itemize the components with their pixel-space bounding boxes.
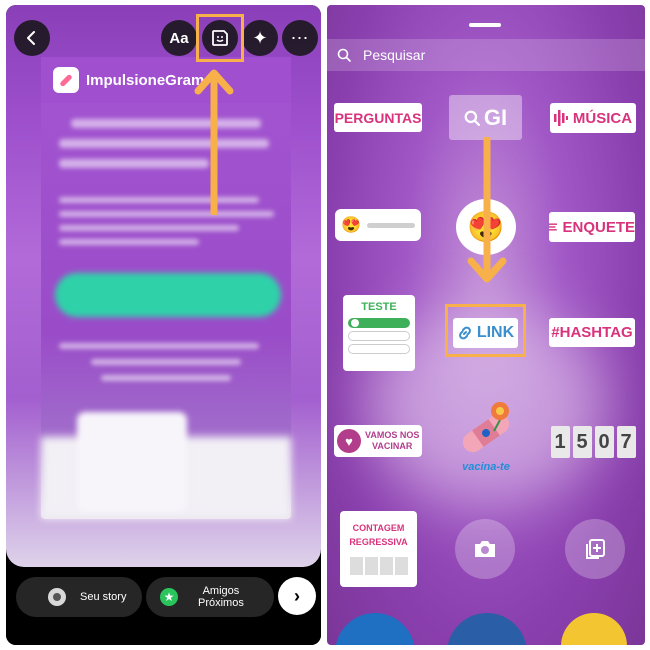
- quiz-title: TESTE: [361, 301, 397, 313]
- camera-icon: [475, 541, 495, 557]
- poll-lines-icon: [549, 223, 558, 231]
- music-label: MÚSICA: [572, 109, 633, 127]
- poll-label: ENQUETE: [562, 218, 635, 236]
- quiz-correct-option: [348, 318, 410, 328]
- partial-sticker[interactable]: [447, 613, 527, 645]
- search-icon: [464, 110, 480, 126]
- vaccinate-label-line1: VAMOS NOS: [365, 430, 420, 440]
- avatar-icon: [48, 588, 66, 606]
- clock-digit: 1: [550, 426, 570, 458]
- next-arrow-icon: ›: [294, 585, 300, 606]
- add-from-gallery-button[interactable]: [565, 519, 625, 579]
- vaccinate-label-line2: VACINAR: [372, 441, 413, 451]
- story-editor-panel: ImpulsioneGram Aa ✦ ⋯ Seu story ★ Amigos…: [6, 5, 321, 645]
- search-placeholder: Pesquisar: [363, 47, 426, 63]
- link-sticker[interactable]: LINK: [453, 318, 518, 348]
- clock-sticker[interactable]: 1 5 0 7: [548, 425, 638, 459]
- music-waveform-icon: [553, 110, 568, 126]
- countdown-sticker[interactable]: CONTAGEM REGRESSIVA: [340, 511, 417, 587]
- back-button[interactable]: [14, 20, 50, 56]
- blurred-text-line: [59, 159, 209, 168]
- emoji-slider-sticker[interactable]: 😍: [335, 209, 421, 241]
- brand-name: ImpulsioneGram: [86, 71, 205, 89]
- blurred-text-line: [91, 359, 241, 365]
- text-tool-button[interactable]: Aa: [161, 20, 197, 56]
- your-story-label: Seu story: [80, 591, 127, 603]
- preview-header: ImpulsioneGram: [41, 57, 291, 103]
- back-arrow-icon: [27, 31, 35, 45]
- impulsionegram-logo: [53, 67, 79, 93]
- shared-post-preview: ImpulsioneGram: [41, 57, 291, 519]
- music-sticker[interactable]: MÚSICA: [550, 103, 636, 133]
- blurred-text-line: [59, 225, 239, 231]
- lets-vaccinate-sticker[interactable]: ♥ VAMOS NOS VACINAR: [334, 425, 422, 457]
- blurred-text-line: [59, 139, 269, 148]
- partial-sticker[interactable]: [335, 613, 415, 645]
- close-friends-button[interactable]: ★ Amigos Próximos: [146, 577, 274, 617]
- highlight-box-sticker: [196, 14, 244, 62]
- hashtag-sticker[interactable]: #HASHTAG: [549, 318, 635, 347]
- blurred-image: [77, 412, 187, 512]
- blurred-text-line: [59, 343, 259, 349]
- slider-track: [366, 222, 415, 228]
- close-friends-label-line2: Próximos: [198, 597, 244, 609]
- next-button[interactable]: ›: [278, 577, 316, 615]
- sticker-search-field[interactable]: Pesquisar: [327, 39, 645, 71]
- blurred-text-line: [59, 211, 274, 217]
- quiz-sticker[interactable]: TESTE: [343, 295, 415, 371]
- sticker-tray-panel: Pesquisar PERGUNTAS GI MÚSICA 😍 😍 ENQUET…: [327, 5, 645, 645]
- clock-digit: 7: [616, 426, 636, 458]
- blurred-text-line: [59, 239, 199, 245]
- questions-sticker[interactable]: PERGUNTAS: [334, 103, 422, 132]
- drag-handle[interactable]: [469, 23, 501, 27]
- countdown-label-line1: CONTAGEM: [352, 523, 405, 533]
- your-story-button[interactable]: Seu story: [16, 577, 142, 617]
- add-photo-icon: [586, 539, 605, 559]
- poll-sticker[interactable]: ENQUETE: [549, 212, 635, 242]
- countdown-label-line2: REGRESSIVA: [349, 537, 408, 547]
- gif-label: GI: [483, 104, 508, 130]
- bandage-flower-icon: [462, 402, 510, 453]
- vacina-te-label: vacina-te: [462, 461, 510, 473]
- gif-sticker[interactable]: GI: [449, 95, 522, 140]
- clock-digit: 0: [594, 426, 614, 458]
- countdown-cells: [349, 557, 408, 575]
- blurred-cta-button: [55, 273, 281, 317]
- heart-icon: ♥: [337, 429, 361, 453]
- quiz-option: [348, 344, 410, 354]
- arrow-up-annotation: [194, 69, 234, 215]
- heart-eyes-emoji-icon: 😍: [341, 217, 361, 234]
- vacina-te-sticker[interactable]: vacina-te: [445, 395, 527, 477]
- clock-digit: 5: [572, 426, 592, 458]
- link-label: LINK: [476, 324, 515, 341]
- share-bar: Seu story ★ Amigos Próximos ›: [6, 567, 321, 645]
- effects-button[interactable]: ✦: [242, 20, 278, 56]
- blurred-text-line: [101, 375, 231, 381]
- more-options-button[interactable]: ⋯: [282, 20, 318, 56]
- more-options-icon: ⋯: [290, 27, 310, 48]
- star-icon: ★: [160, 588, 178, 606]
- effects-sparkle-icon: ✦: [252, 27, 268, 48]
- search-icon: [337, 48, 351, 62]
- link-chain-icon: [458, 326, 471, 340]
- camera-sticker-button[interactable]: [455, 519, 515, 579]
- partial-sticker[interactable]: [561, 613, 627, 645]
- story-canvas: ImpulsioneGram: [6, 5, 321, 567]
- quiz-option: [348, 331, 410, 341]
- close-friends-label-line1: Amigos: [202, 585, 240, 597]
- arrow-down-annotation: [467, 137, 507, 283]
